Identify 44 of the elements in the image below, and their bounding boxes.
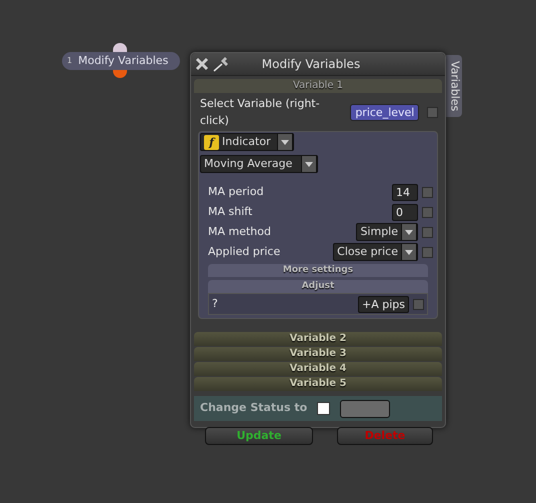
more-settings-bar[interactable]: More settings [208, 264, 428, 277]
node-number: 1 [67, 55, 72, 67]
select-variable-label: Select Variable (right-click) [200, 96, 321, 128]
checkbox[interactable] [422, 186, 433, 198]
checkbox[interactable] [422, 226, 433, 238]
update-button[interactable]: Update [205, 427, 313, 445]
indicator-dropdown[interactable]: Moving Average [200, 155, 318, 173]
caret-icon [405, 230, 413, 234]
adjust-header: Adjust [208, 280, 428, 293]
number-field[interactable]: 14 [392, 184, 418, 200]
section-header[interactable]: Variable 3 [194, 347, 442, 361]
parameter-label: MA period [208, 184, 265, 200]
checkbox[interactable] [413, 298, 424, 310]
workflow-node[interactable]: 1 Modify Variables [62, 52, 180, 70]
parameter-label: Applied price [208, 244, 282, 260]
adjust-label: ? [212, 296, 219, 312]
parameter-label: MA method [208, 224, 272, 240]
caret-icon [305, 162, 313, 166]
caret-icon [405, 250, 413, 254]
caret-icon [281, 140, 289, 144]
checkbox[interactable] [427, 107, 438, 118]
status-field[interactable] [340, 400, 390, 418]
section-header[interactable]: Variable 2 [194, 332, 442, 346]
parameter-label: MA shift [208, 204, 254, 220]
dropdown[interactable]: Close price [333, 243, 418, 261]
node-label: Modify Variables [78, 52, 168, 69]
close-icon[interactable] [195, 57, 209, 71]
function-icon: f [204, 134, 219, 150]
section-header[interactable]: Variable 4 [194, 362, 442, 376]
section-header[interactable]: Variable 5 [194, 377, 442, 391]
number-field[interactable]: 0 [392, 204, 418, 220]
section-header[interactable]: Variable 1 [194, 79, 442, 93]
checkbox[interactable] [317, 402, 330, 415]
node-bottom-port[interactable] [113, 70, 127, 78]
checkbox[interactable] [422, 206, 433, 218]
side-tab[interactable]: Variables [446, 55, 462, 117]
dropdown[interactable]: Simple [356, 223, 418, 241]
checkbox[interactable] [422, 246, 433, 258]
source-dropdown[interactable]: f Indicator [200, 133, 294, 151]
node-top-port[interactable] [113, 43, 127, 53]
adjust-field[interactable]: +A pips [358, 296, 409, 312]
variable-field[interactable]: price_level [350, 104, 420, 121]
window-title: Modify Variables [260, 56, 362, 73]
status-label: Change Status to [200, 400, 308, 416]
